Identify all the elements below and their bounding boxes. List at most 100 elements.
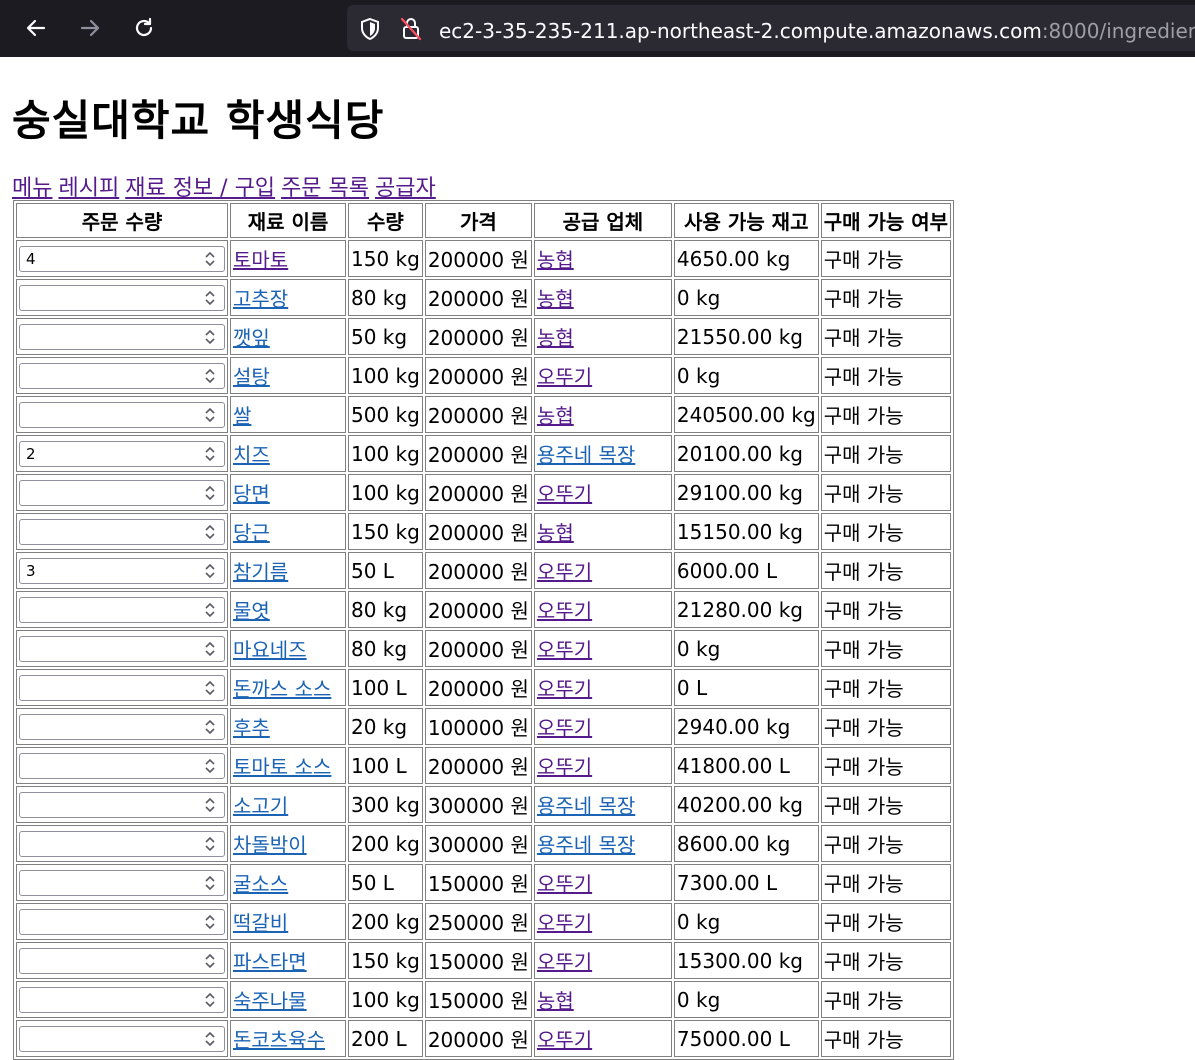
order-qty-input[interactable]: 4 — [19, 245, 225, 272]
order-qty-input[interactable] — [19, 596, 225, 623]
order-qty-input[interactable] — [19, 674, 225, 701]
spinner-arrows-icon[interactable] — [200, 288, 220, 308]
ingredient-link[interactable]: 토마토 — [233, 248, 288, 272]
supplier-link[interactable]: 농협 — [537, 248, 574, 272]
supplier-link[interactable]: 용주네 목장 — [537, 833, 635, 857]
supplier-link[interactable]: 오뚜기 — [537, 599, 592, 623]
nav-link-menu[interactable]: 메뉴 — [12, 176, 52, 201]
ingredient-link[interactable]: 설탕 — [233, 365, 270, 389]
order-qty-input[interactable] — [19, 635, 225, 662]
supplier-link[interactable]: 오뚜기 — [537, 755, 592, 779]
supplier-link[interactable]: 오뚜기 — [537, 872, 592, 896]
forward-button[interactable] — [75, 13, 105, 43]
order-qty-input[interactable] — [19, 1025, 225, 1052]
order-qty-input[interactable] — [19, 362, 225, 389]
ingredient-link[interactable]: 굴소스 — [233, 872, 288, 896]
spinner-arrows-icon[interactable] — [200, 951, 220, 971]
order-qty-input[interactable] — [19, 284, 225, 311]
order-qty-input[interactable] — [19, 908, 225, 935]
supplier-link[interactable]: 오뚜기 — [537, 482, 592, 506]
order-qty-input[interactable] — [19, 830, 225, 857]
spinner-arrows-icon[interactable] — [200, 405, 220, 425]
spinner-arrows-icon[interactable] — [200, 795, 220, 815]
ingredient-link[interactable]: 차돌박이 — [233, 833, 307, 857]
nav-link-suppliers[interactable]: 공급자 — [375, 176, 436, 201]
order-qty-cell — [16, 474, 228, 511]
ingredient-link[interactable]: 토마토 소스 — [233, 755, 331, 779]
spinner-arrows-icon[interactable] — [200, 1029, 220, 1049]
supplier-cell: 오뚜기 — [533, 669, 672, 706]
spinner-arrows-icon[interactable] — [200, 366, 220, 386]
spinner-arrows-icon[interactable] — [200, 912, 220, 932]
ingredient-link[interactable]: 소고기 — [233, 794, 288, 818]
spinner-arrows-icon[interactable] — [200, 990, 220, 1010]
order-qty-cell — [16, 357, 228, 394]
ingredient-link[interactable]: 물엿 — [233, 599, 270, 623]
ingredient-link[interactable]: 후추 — [233, 716, 270, 740]
supplier-link[interactable]: 농협 — [537, 404, 574, 428]
order-qty-input[interactable] — [19, 986, 225, 1013]
ingredient-link[interactable]: 파스타면 — [233, 950, 307, 974]
spinner-arrows-icon[interactable] — [200, 483, 220, 503]
order-qty-input[interactable] — [19, 479, 225, 506]
spinner-arrows-icon[interactable] — [200, 444, 220, 464]
order-qty-input[interactable] — [19, 752, 225, 779]
supplier-link[interactable]: 오뚜기 — [537, 365, 592, 389]
order-qty-input[interactable]: 2 — [19, 440, 225, 467]
nav-link-ingredients[interactable]: 재료 정보 / 구입 — [125, 176, 275, 201]
reload-button[interactable] — [129, 13, 159, 43]
availability-cell: 구매 가능 — [820, 903, 952, 940]
ingredient-link[interactable]: 당근 — [233, 521, 270, 545]
order-qty-input[interactable]: 3 — [19, 557, 225, 584]
order-qty-input[interactable] — [19, 323, 225, 350]
supplier-link[interactable]: 오뚜기 — [537, 560, 592, 584]
spinner-arrows-icon[interactable] — [200, 756, 220, 776]
insecure-lock-icon[interactable] — [399, 16, 423, 42]
supplier-link[interactable]: 농협 — [537, 521, 574, 545]
shield-icon[interactable] — [359, 17, 381, 41]
nav-link-recipe[interactable]: 레시피 — [58, 176, 119, 201]
ingredient-link[interactable]: 당면 — [233, 482, 270, 506]
ingredient-link[interactable]: 돈까스 소스 — [233, 677, 331, 701]
supplier-link[interactable]: 오뚜기 — [537, 1028, 592, 1052]
ingredient-link[interactable]: 쌀 — [233, 404, 251, 428]
spinner-arrows-icon[interactable] — [200, 249, 220, 269]
ingredient-link[interactable]: 돈코츠육수 — [233, 1028, 325, 1052]
availability-cell: 구매 가능 — [820, 279, 952, 316]
order-qty-input[interactable] — [19, 401, 225, 428]
ingredient-link[interactable]: 깻잎 — [233, 326, 270, 350]
order-qty-input[interactable] — [19, 947, 225, 974]
address-bar[interactable]: ec2-3-35-235-211.ap-northeast-2.compute.… — [347, 5, 1195, 51]
supplier-link[interactable]: 오뚜기 — [537, 677, 592, 701]
spinner-arrows-icon[interactable] — [200, 600, 220, 620]
supplier-link[interactable]: 용주네 목장 — [537, 794, 635, 818]
supplier-link[interactable]: 오뚜기 — [537, 911, 592, 935]
supplier-link[interactable]: 농협 — [537, 287, 574, 311]
ingredient-link[interactable]: 고추장 — [233, 287, 288, 311]
ingredient-link[interactable]: 참기름 — [233, 560, 288, 584]
supplier-link[interactable]: 오뚜기 — [537, 638, 592, 662]
supplier-link[interactable]: 용주네 목장 — [537, 443, 635, 467]
supplier-link[interactable]: 농협 — [537, 326, 574, 350]
spinner-arrows-icon[interactable] — [200, 639, 220, 659]
spinner-arrows-icon[interactable] — [200, 678, 220, 698]
supplier-link[interactable]: 오뚜기 — [537, 950, 592, 974]
supplier-link[interactable]: 오뚜기 — [537, 716, 592, 740]
nav-link-orders[interactable]: 주문 목록 — [281, 176, 369, 201]
order-qty-input[interactable] — [19, 518, 225, 545]
spinner-arrows-icon[interactable] — [200, 327, 220, 347]
ingredient-link[interactable]: 마요네즈 — [233, 638, 307, 662]
supplier-link[interactable]: 농협 — [537, 989, 574, 1013]
back-button[interactable] — [21, 13, 51, 43]
ingredient-link[interactable]: 떡갈비 — [233, 911, 288, 935]
spinner-arrows-icon[interactable] — [200, 873, 220, 893]
order-qty-input[interactable] — [19, 713, 225, 740]
order-qty-input[interactable] — [19, 869, 225, 896]
spinner-arrows-icon[interactable] — [200, 561, 220, 581]
spinner-arrows-icon[interactable] — [200, 522, 220, 542]
order-qty-input[interactable] — [19, 791, 225, 818]
ingredient-link[interactable]: 치즈 — [233, 443, 270, 467]
spinner-arrows-icon[interactable] — [200, 717, 220, 737]
spinner-arrows-icon[interactable] — [200, 834, 220, 854]
ingredient-link[interactable]: 숙주나물 — [233, 989, 307, 1013]
